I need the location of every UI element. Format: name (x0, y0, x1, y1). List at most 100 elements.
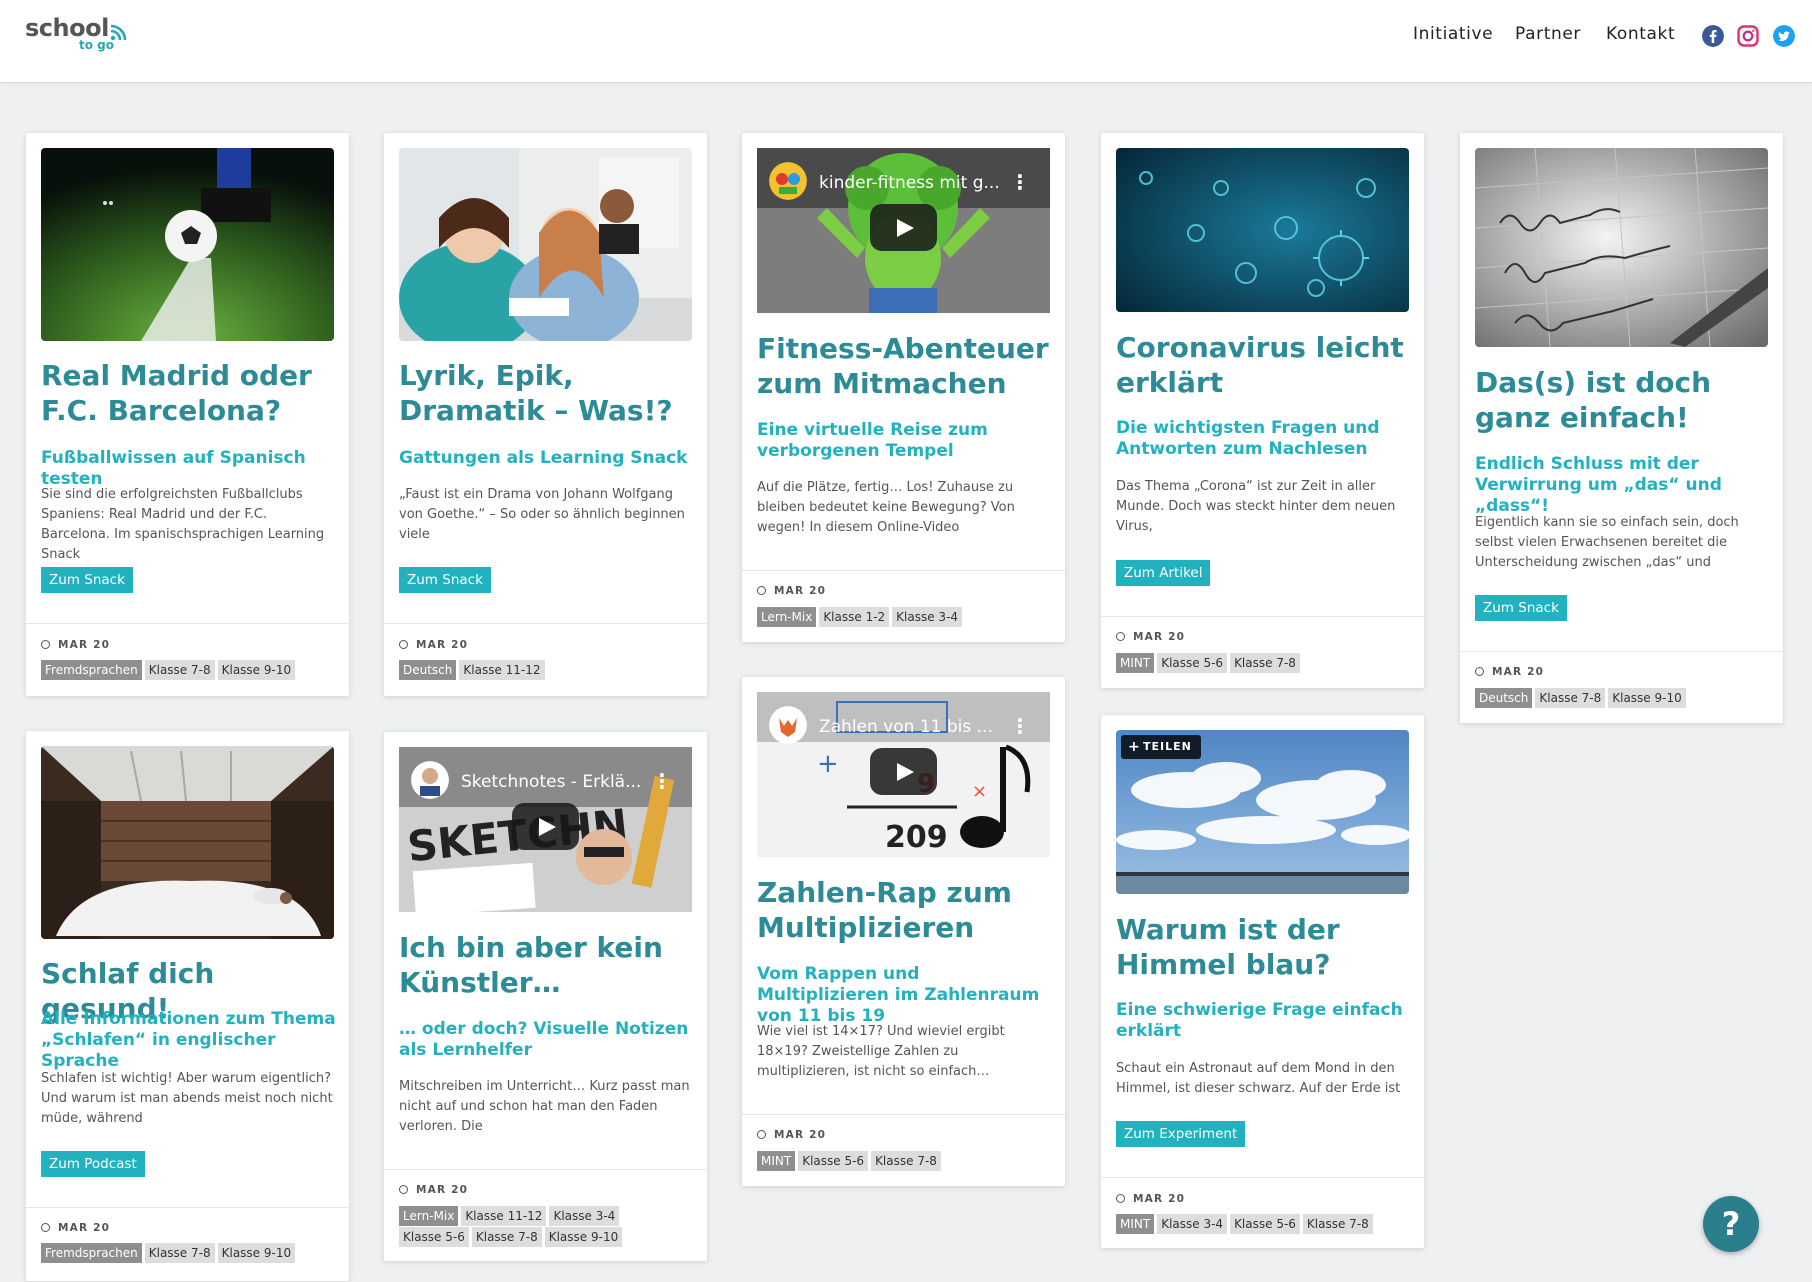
youtube-embed[interactable]: kinder-fitness mit g... ⋮ (757, 148, 1050, 313)
tag-grade[interactable]: Klasse 11-12 (459, 660, 545, 680)
card-teaser: Mitschreiben im Unterricht… Kurz passt m… (399, 1079, 690, 1134)
play-button-icon[interactable] (870, 748, 937, 795)
card-image-soccer[interactable] (41, 148, 334, 341)
tag-grade[interactable]: Klasse 7-8 (871, 1151, 941, 1171)
tag-grade[interactable]: Klasse 3-4 (1157, 1214, 1228, 1234)
zum-snack-button[interactable]: Zum Snack (41, 567, 133, 593)
zum-snack-button[interactable]: Zum Snack (399, 567, 491, 593)
card-divider (384, 1169, 707, 1170)
help-button[interactable]: ? (1703, 1196, 1759, 1252)
youtube-embed[interactable]: SKETCHN Sketchnotes - Erklä... ⋮ (399, 747, 692, 912)
card-date: MAR 20 (399, 639, 468, 651)
tag-grade[interactable]: Klasse 3-4 (549, 1206, 620, 1226)
video-title[interactable]: Sketchnotes - Erklä... (461, 772, 641, 792)
tag-category[interactable]: Deutsch (1475, 688, 1533, 708)
zum-experiment-button[interactable]: Zum Experiment (1116, 1121, 1246, 1147)
video-title[interactable]: kinder-fitness mit g... (819, 173, 1000, 193)
card-image-virus[interactable] (1116, 148, 1409, 312)
play-button-icon[interactable] (512, 803, 579, 850)
clock-icon (1116, 632, 1125, 641)
tag-grade[interactable]: Klasse 7-8 (144, 660, 215, 680)
twitter-icon[interactable] (1773, 25, 1795, 47)
card-tags: Lern-Mix Klasse 11-12 Klasse 3-4 Klasse 5-6… (399, 1206, 695, 1248)
card-date: MAR 20 (41, 639, 110, 651)
tag-category[interactable]: MINT (1116, 1214, 1155, 1234)
tag-grade[interactable]: Klasse 1-2 (819, 607, 890, 627)
tag-grade[interactable]: Klasse 5-6 (1157, 653, 1228, 673)
card-image-bedroom[interactable] (41, 746, 334, 939)
more-options-icon[interactable]: ⋮ (1010, 170, 1030, 194)
card-teaser: „Faust ist ein Drama von Johann Wolfgang… (399, 487, 685, 542)
tag-grade[interactable]: Klasse 9-10 (1608, 688, 1686, 708)
zum-podcast-button[interactable]: Zum Podcast (41, 1151, 145, 1177)
article-card: Das(s) ist doch ganz einfach! Endlich Sc… (1460, 133, 1783, 723)
instagram-icon[interactable] (1737, 25, 1759, 47)
card-title[interactable]: Real Madrid oder F.C. Barcelona? (41, 358, 335, 428)
tag-category[interactable]: MINT (1116, 653, 1155, 673)
tag-grade[interactable]: Klasse 7-8 (1535, 688, 1606, 708)
channel-avatar[interactable] (411, 761, 449, 799)
tag-grade[interactable]: Klasse 9-10 (217, 660, 296, 680)
clock-icon (41, 1223, 50, 1232)
card-subtitle: Eine schwierige Frage einfach erklärt (1116, 1000, 1403, 1041)
tag-category[interactable]: Lern-Mix (757, 607, 817, 627)
card-tags: MINT Klasse 5-6 Klasse 7-8 (1116, 653, 1412, 674)
card-date: MAR 20 (399, 1184, 468, 1196)
card-teaser: Wie viel ist 14×17? Und wieviel ergibt 1… (757, 1024, 1005, 1079)
clock-icon (1116, 1194, 1125, 1203)
card-title[interactable]: Warum ist der Himmel blau? (1116, 912, 1410, 982)
article-card: Coronavirus leicht erklärt Die wichtigst… (1101, 133, 1424, 688)
card-divider (1101, 616, 1424, 617)
card-title[interactable]: Zahlen-Rap zum Multiplizieren (757, 875, 1051, 945)
more-options-icon[interactable]: ⋮ (1010, 714, 1030, 738)
card-divider (1460, 651, 1783, 652)
school-to-go-logo[interactable]: school to go (25, 14, 135, 54)
play-button-icon[interactable] (870, 204, 937, 251)
tag-category[interactable]: Fremdsprachen (41, 660, 142, 680)
more-options-icon[interactable]: ⋮ (652, 769, 672, 793)
tag-category[interactable]: Lern-Mix (399, 1206, 459, 1226)
card-image-students[interactable] (399, 148, 692, 341)
card-teaser: Schlafen ist wichtig! Aber warum eigentl… (41, 1071, 333, 1126)
tag-grade[interactable]: Klasse 7-8 (1230, 653, 1300, 673)
tag-grade[interactable]: Klasse 5-6 (798, 1151, 869, 1171)
card-title[interactable]: Fitness-Abenteuer zum Mitmachen (757, 331, 1051, 401)
youtube-embed[interactable]: + 9 × 209 Zahlen von 11 bis ... ⋮ (757, 692, 1050, 857)
article-card: Real Madrid oder F.C. Barcelona? Fußball… (26, 133, 349, 696)
tag-grade[interactable]: Klasse 7-8 (471, 1227, 542, 1247)
card-subtitle: Vom Rappen und Multiplizieren im Zahlenr… (757, 964, 1040, 1026)
tag-grade[interactable]: Klasse 5-6 (1230, 1214, 1300, 1234)
card-divider (384, 623, 707, 624)
card-teaser: Das Thema „Corona“ ist zur Zeit in aller… (1116, 479, 1396, 534)
tag-grade[interactable]: Klasse 9-10 (217, 1243, 296, 1263)
svg-text:×: × (972, 781, 987, 802)
facebook-icon[interactable] (1702, 25, 1724, 47)
tag-grade[interactable]: Klasse 3-4 (892, 607, 963, 627)
card-tags: Deutsch Klasse 7-8 Klasse 9-10 (1475, 688, 1771, 709)
card-image-sky[interactable]: TEILEN (1116, 730, 1409, 894)
tag-category[interactable]: Fremdsprachen (41, 1243, 142, 1263)
card-date: MAR 20 (757, 585, 826, 597)
teilen-share-button[interactable]: TEILEN (1121, 735, 1201, 759)
tag-grade[interactable]: Klasse 7-8 (144, 1243, 215, 1263)
tag-category[interactable]: Deutsch (399, 660, 457, 680)
channel-avatar[interactable] (769, 706, 807, 744)
video-title[interactable]: Zahlen von 11 bis ... (819, 717, 993, 737)
tag-grade[interactable]: Klasse 5-6 (399, 1227, 469, 1247)
nav-kontakt[interactable]: Kontakt (1606, 24, 1675, 44)
card-image-handwriting[interactable] (1475, 148, 1768, 347)
tag-grade[interactable]: Klasse 9-10 (544, 1227, 623, 1247)
card-title[interactable]: Das(s) ist doch ganz einfach! (1475, 365, 1769, 435)
card-title[interactable]: Lyrik, Epik, Dramatik – Was!? (399, 358, 693, 428)
channel-avatar[interactable] (769, 162, 807, 200)
card-title[interactable]: Coronavirus leicht erklärt (1116, 330, 1410, 400)
tag-grade[interactable]: Klasse 11-12 (461, 1206, 547, 1226)
zum-snack-button[interactable]: Zum Snack (1475, 595, 1567, 621)
nav-initiative[interactable]: Initiative (1413, 24, 1493, 44)
tag-grade[interactable]: Klasse 7-8 (1302, 1214, 1373, 1234)
card-tags: MINT Klasse 5-6 Klasse 7-8 (757, 1151, 1053, 1172)
zum-artikel-button[interactable]: Zum Artikel (1116, 560, 1211, 586)
card-title[interactable]: Ich bin aber kein Künstler… (399, 930, 693, 1000)
nav-partner[interactable]: Partner (1515, 24, 1581, 44)
tag-category[interactable]: MINT (757, 1151, 796, 1171)
